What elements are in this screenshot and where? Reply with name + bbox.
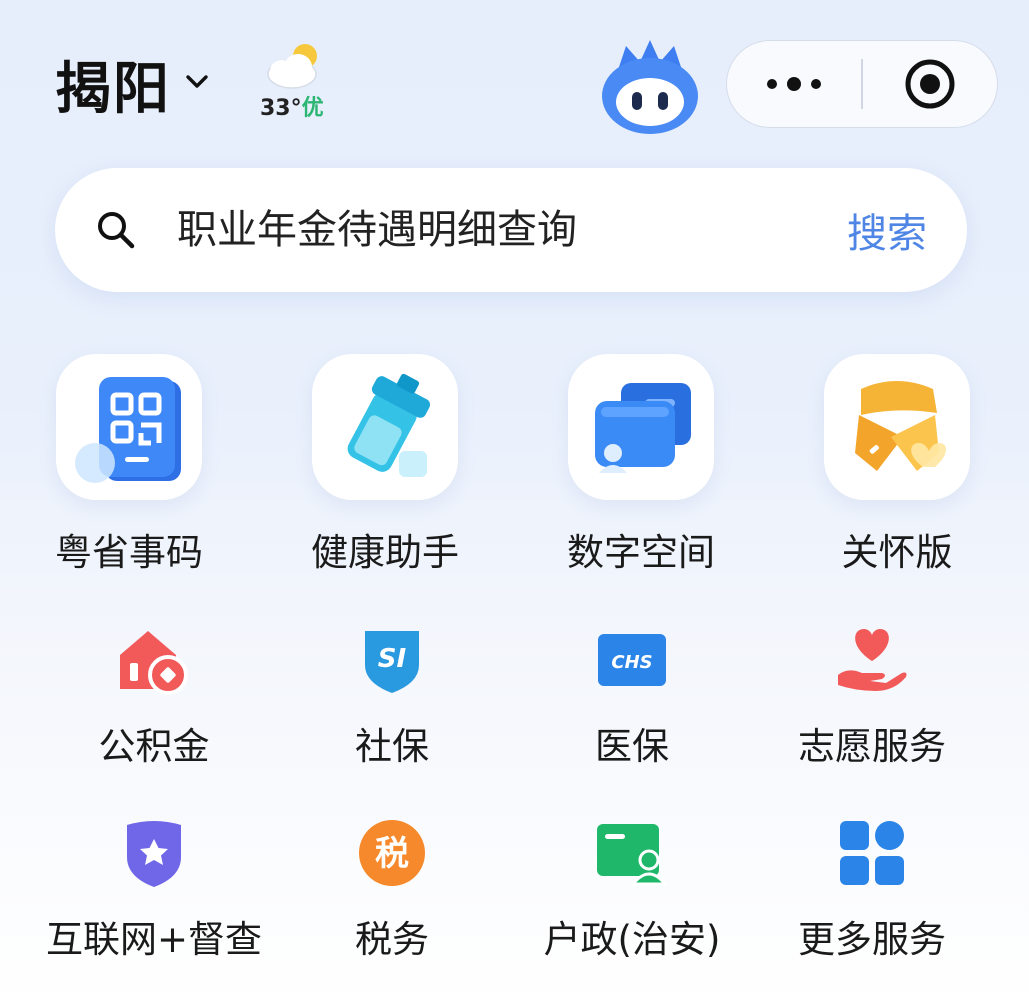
tile-icon-box bbox=[312, 354, 458, 500]
mini-program-capsule bbox=[726, 40, 998, 128]
search-bar: 搜索 bbox=[55, 168, 967, 292]
star-shield-icon bbox=[127, 821, 181, 887]
svc-icon-wrap: CHS bbox=[592, 620, 672, 700]
tile-label: 健康助手 bbox=[311, 531, 459, 574]
svc-icon-wrap bbox=[114, 620, 194, 700]
service-social-security[interactable]: SI 社保 bbox=[272, 620, 512, 770]
volunteer-heart-icon bbox=[838, 629, 907, 691]
service-label: 户政(治安) bbox=[543, 918, 721, 961]
partly-cloudy-icon bbox=[267, 44, 317, 89]
housing-fund-icon bbox=[120, 631, 188, 695]
temperature: 33° bbox=[260, 96, 302, 121]
service-volunteer[interactable]: 志愿服务 bbox=[752, 620, 992, 770]
service-housing-fund[interactable]: 公积金 bbox=[34, 620, 274, 770]
top-bar: 揭阳 33°优 bbox=[0, 0, 1029, 150]
social-security-icon-text: SI bbox=[378, 644, 407, 674]
svc-icon-wrap: 税 bbox=[352, 813, 432, 893]
search-icon bbox=[98, 212, 135, 249]
more-dots-icon bbox=[767, 77, 821, 91]
tax-icon-text: 税 bbox=[375, 834, 409, 874]
social-security-icon: SI bbox=[365, 631, 419, 693]
svc-icon-wrap bbox=[592, 813, 672, 893]
tile-health-assistant[interactable]: 健康助手 bbox=[310, 354, 460, 574]
tile-label: 数字空间 bbox=[567, 531, 715, 574]
tax-icon: 税 bbox=[359, 820, 425, 886]
service-label: 公积金 bbox=[98, 725, 210, 768]
svc-icon-wrap bbox=[832, 813, 912, 893]
tile-icon-box bbox=[824, 354, 970, 500]
svc-icon-wrap: SI bbox=[352, 620, 432, 700]
tile-yueshengshi-code[interactable]: 粤省事码 bbox=[54, 354, 204, 574]
medical-insurance-icon-text: CHS bbox=[611, 652, 652, 673]
service-label: 税务 bbox=[355, 918, 429, 961]
tile-care-mode[interactable]: 关怀版 bbox=[822, 354, 972, 574]
search-button[interactable]: 搜索 bbox=[847, 201, 927, 259]
weather-widget[interactable]: 33°优 bbox=[258, 40, 338, 124]
service-label: 更多服务 bbox=[798, 918, 946, 961]
digital-wallet-icon bbox=[595, 383, 691, 473]
svc-icon-wrap bbox=[114, 813, 194, 893]
service-household[interactable]: 户政(治安) bbox=[512, 813, 752, 963]
chevron-down-icon bbox=[186, 74, 208, 88]
weather-text: 33°优 bbox=[260, 90, 324, 122]
city-selector[interactable]: 揭阳 bbox=[55, 44, 209, 125]
svc-icon-wrap bbox=[832, 620, 912, 700]
service-label: 志愿服务 bbox=[798, 725, 946, 768]
city-name: 揭阳 bbox=[55, 57, 171, 122]
mascot-icon bbox=[602, 40, 698, 134]
service-tax[interactable]: 税 税务 bbox=[272, 813, 512, 963]
household-card-icon bbox=[597, 824, 669, 886]
tile-label: 关怀版 bbox=[841, 531, 953, 574]
tile-digital-space[interactable]: 数字空间 bbox=[566, 354, 716, 574]
service-label: 社保 bbox=[355, 725, 429, 768]
care-ribbon-icon bbox=[855, 381, 947, 471]
service-more[interactable]: 更多服务 bbox=[752, 813, 992, 963]
qr-code-card-icon bbox=[75, 377, 181, 483]
tile-icon-box bbox=[568, 354, 714, 500]
search-input[interactable] bbox=[177, 207, 847, 253]
target-circle-icon bbox=[905, 59, 955, 109]
tile-label: 粤省事码 bbox=[55, 531, 203, 574]
close-button[interactable] bbox=[863, 40, 997, 128]
service-internet-supervision[interactable]: 互联网+督查 bbox=[34, 813, 274, 963]
service-label: 医保 bbox=[595, 725, 669, 768]
air-quality: 优 bbox=[301, 96, 324, 121]
service-label: 互联网+督查 bbox=[45, 918, 262, 961]
health-kit-icon bbox=[347, 373, 431, 477]
more-grid-icon bbox=[840, 821, 904, 885]
more-button[interactable] bbox=[727, 40, 861, 128]
mascot-button[interactable] bbox=[596, 40, 704, 136]
medical-insurance-icon: CHS bbox=[598, 634, 666, 686]
service-medical-insurance[interactable]: CHS 医保 bbox=[512, 620, 752, 770]
tile-icon-box bbox=[56, 354, 202, 500]
